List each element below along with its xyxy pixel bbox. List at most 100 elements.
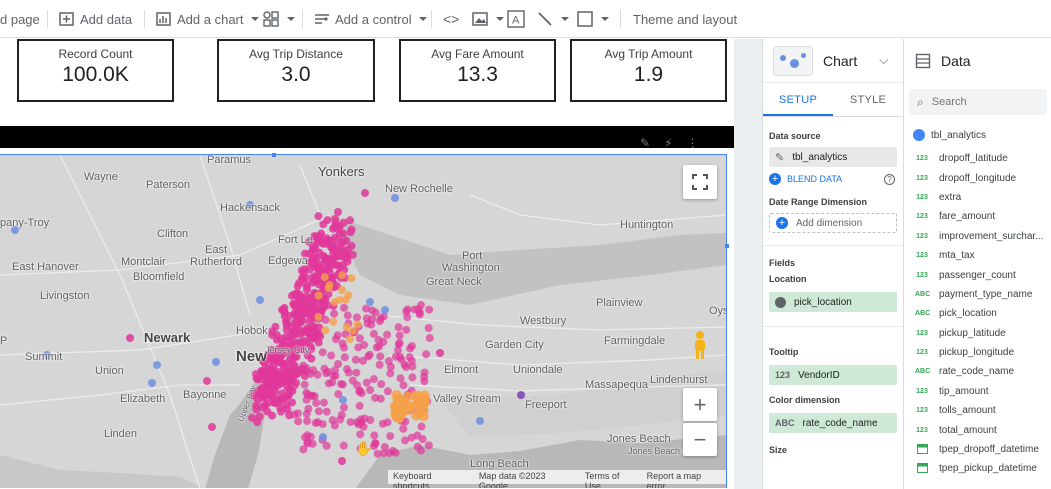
map-bubble[interactable] [292,370,301,379]
theme-layout-button[interactable]: Theme and layout [633,0,737,38]
add-dimension-dropzone[interactable]: + Add dimension [769,213,897,233]
map-bubble[interactable] [361,189,369,197]
map-bubble[interactable] [314,291,323,300]
more-vert-icon[interactable]: ⋮ [687,136,699,150]
map-bubble[interactable] [419,390,430,401]
map-bubble[interactable] [402,391,413,402]
map-bubble[interactable] [353,381,362,390]
map-bubble[interactable] [376,352,385,361]
map-bubble[interactable] [408,373,417,382]
map-bubble[interactable] [366,416,375,425]
map-bubble[interactable] [378,419,387,428]
map-bubble[interactable] [309,246,318,255]
map-bubble[interactable] [324,260,333,269]
add-chart-button[interactable]: Add a chart [155,0,259,38]
map-bubble[interactable] [329,317,338,326]
map-bubble[interactable] [356,415,365,424]
map-bubble[interactable] [353,320,362,329]
map-bubble[interactable] [281,369,290,378]
bubble-map[interactable]: Paramus Yonkers Wayne Paterson New Roche… [0,154,727,488]
tab-style[interactable]: STYLE [833,83,903,116]
map-bubble[interactable] [345,335,354,344]
map-bubble[interactable] [425,333,434,342]
map-bubble[interactable] [318,239,327,248]
map-bubble[interactable] [399,381,408,390]
map-bubble[interactable] [303,417,312,426]
map-bubble[interactable] [342,322,351,331]
map-bubble[interactable] [338,286,347,295]
field-item[interactable]: 123 passenger_count [905,265,1051,284]
map-bubble[interactable] [424,441,433,450]
terms-link[interactable]: Terms of Use [580,470,642,488]
color-dimension-chip[interactable]: ABC rate_code_name [769,413,897,433]
selection-handle[interactable] [725,244,729,248]
map-bubble[interactable] [275,358,284,367]
insert-line-button[interactable] [536,0,569,38]
map-bubble[interactable] [321,326,330,335]
map-bubble[interactable] [340,353,349,362]
map-bubble[interactable] [402,325,411,334]
map-bubble[interactable] [342,249,351,258]
community-viz-button[interactable] [262,0,295,38]
map-bubble[interactable] [212,358,220,366]
map-bubble[interactable] [405,353,414,362]
map-bubble[interactable] [424,324,433,333]
map-bubble[interactable] [391,448,400,457]
map-bubble[interactable] [328,224,337,233]
field-item[interactable]: 123 extra [905,188,1051,207]
map-bubble[interactable] [300,380,309,389]
insert-text-button[interactable]: A [506,0,526,38]
map-bubble[interactable] [278,305,287,314]
map-bubble[interactable] [386,362,395,371]
map-bubble[interactable] [476,417,484,425]
map-bubble[interactable] [340,303,349,312]
bubble-map-thumbnail-icon[interactable] [773,45,813,76]
blend-data-button[interactable]: + BLEND DATA ? [769,173,897,185]
map-bubble[interactable] [148,379,156,387]
help-icon[interactable]: ? [884,173,895,185]
field-item[interactable]: 123 tip_amount [905,382,1051,401]
map-bubble[interactable] [272,379,281,388]
map-bubble[interactable] [276,407,285,416]
map-bubble[interactable] [319,220,328,229]
field-item[interactable]: 123 pickup_latitude [905,324,1051,343]
map-bubble[interactable] [263,407,272,416]
map-bubble[interactable] [299,445,308,454]
map-bubble[interactable] [420,377,429,386]
map-bubble[interactable] [366,385,375,394]
pencil-icon[interactable]: ✎ [775,151,784,164]
map-bubble[interactable] [354,343,363,352]
map-bubble[interactable] [299,361,308,370]
map-bubble[interactable] [288,329,297,338]
map-bubble[interactable] [263,377,272,386]
map-bubble[interactable] [370,431,379,440]
map-bubble[interactable] [352,368,361,377]
map-bubble[interactable] [337,379,346,388]
map-bubble[interactable] [391,352,400,361]
map-bubble[interactable] [331,215,340,224]
map-bubble[interactable] [346,216,355,225]
map-bubble[interactable] [319,398,328,407]
map-bubble[interactable] [324,284,333,293]
map-bubble[interactable] [362,378,371,387]
map-bubble[interactable] [375,360,384,369]
map-bubble[interactable] [364,352,373,361]
map-bubble[interactable] [271,322,280,331]
map-bubble[interactable] [330,366,339,375]
report-error-link[interactable]: Report a map error [642,470,726,488]
map-bubble[interactable] [339,441,348,450]
map-bubble[interactable] [282,317,291,326]
field-item[interactable]: tpep_dropoff_datetime [905,440,1051,459]
map-bubble[interactable] [153,361,161,369]
add-data-button[interactable]: Add data [58,0,132,38]
map-bubble[interactable] [338,457,346,465]
map-bubble[interactable] [256,296,264,304]
map-bubble[interactable] [339,343,348,352]
map-bubble[interactable] [294,317,303,326]
map-bubble[interactable] [303,390,312,399]
map-bubble[interactable] [293,282,302,291]
map-bubble[interactable] [271,387,280,396]
zoom-out-button[interactable]: − [683,423,717,456]
map-bubble[interactable] [339,229,348,238]
field-item[interactable]: ABC rate_code_name [905,362,1051,381]
